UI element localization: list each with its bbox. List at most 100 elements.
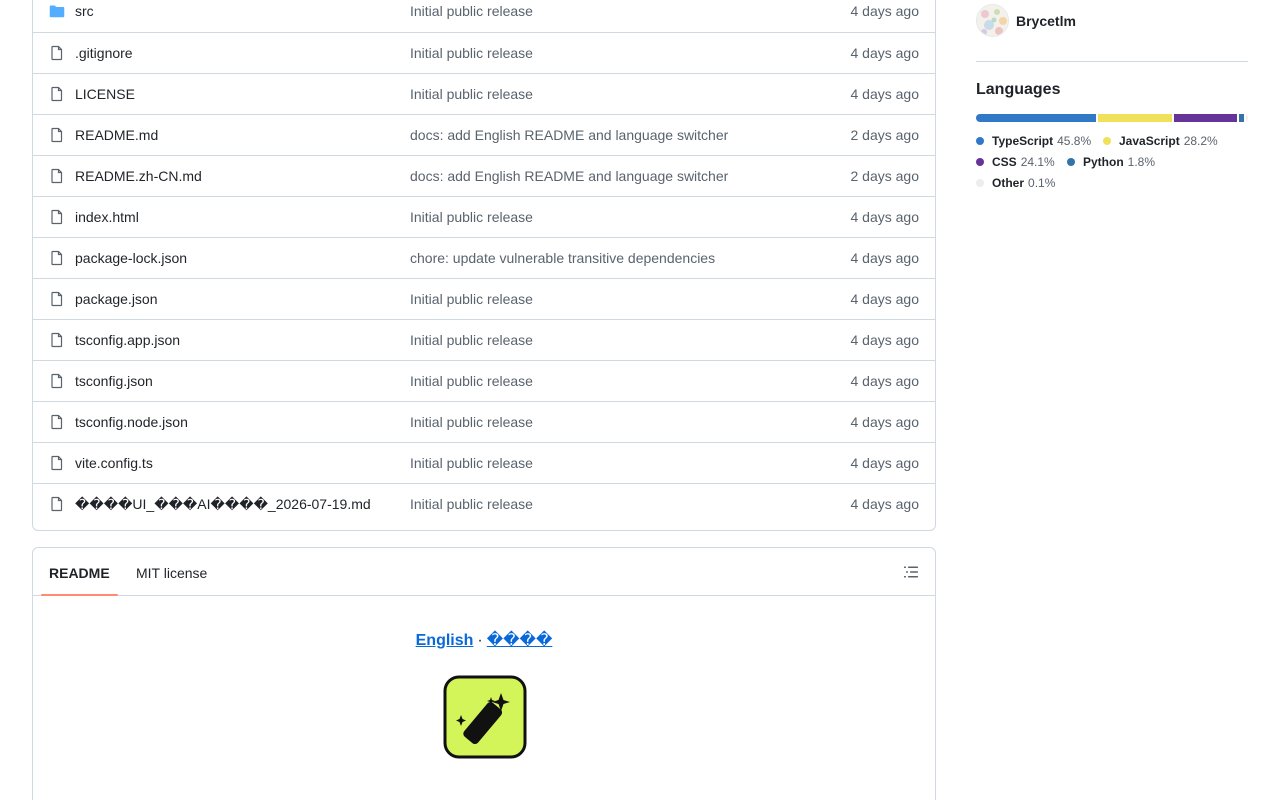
file-name-link[interactable]: tsconfig.app.json bbox=[75, 332, 180, 348]
table-row[interactable]: README.md docs: add English README and la… bbox=[33, 114, 935, 155]
chinese-link[interactable]: ���� bbox=[487, 632, 553, 649]
separator: · bbox=[477, 632, 483, 649]
language-item[interactable]: Python 1.8% bbox=[1067, 155, 1155, 169]
language-name: JavaScript bbox=[1119, 134, 1180, 148]
avatar[interactable] bbox=[976, 4, 1009, 37]
commit-date: 4 days ago bbox=[850, 291, 920, 307]
file-icon bbox=[49, 496, 65, 512]
table-row[interactable]: tsconfig.app.json Initial public release 4… bbox=[33, 319, 935, 360]
commit-date: 4 days ago bbox=[850, 250, 920, 266]
file-name-link[interactable]: .gitignore bbox=[75, 45, 133, 61]
file-name-link[interactable]: ����UI_���AI����_2026-07-19.md bbox=[75, 496, 371, 513]
commit-date: 2 days ago bbox=[850, 127, 920, 143]
file-name-link[interactable]: tsconfig.node.json bbox=[75, 414, 188, 430]
table-row[interactable]: tsconfig.json Initial public release 4 day… bbox=[33, 360, 935, 401]
language-color-dot bbox=[1067, 158, 1075, 166]
file-name-link[interactable]: README.zh-CN.md bbox=[75, 168, 202, 184]
file-icon bbox=[49, 45, 65, 61]
language-item[interactable]: Other 0.1% bbox=[976, 176, 1055, 190]
commit-date: 4 days ago bbox=[850, 332, 920, 348]
file-icon bbox=[49, 373, 65, 389]
commit-date: 4 days ago bbox=[850, 414, 920, 430]
table-row[interactable]: package-lock.json chore: update vulnerabl… bbox=[33, 237, 935, 278]
english-link[interactable]: English bbox=[416, 632, 474, 649]
tab-readme[interactable]: README bbox=[49, 565, 110, 581]
file-list-table: src Initial public release 4 days ago .giti… bbox=[32, 0, 936, 531]
tab-mit-license[interactable]: MIT license bbox=[136, 565, 207, 581]
commit-date: 4 days ago bbox=[850, 209, 920, 225]
file-icon bbox=[49, 168, 65, 184]
language-name: TypeScript bbox=[992, 134, 1054, 148]
table-row[interactable]: tsconfig.node.json Initial public release… bbox=[33, 401, 935, 442]
table-row[interactable]: vite.config.ts Initial public release 4 da… bbox=[33, 442, 935, 483]
language-percent: 24.1% bbox=[1020, 155, 1055, 169]
commit-message-link[interactable]: Initial public release bbox=[410, 455, 533, 471]
file-name-link[interactable]: package-lock.json bbox=[75, 250, 187, 266]
language-percent: 0.1% bbox=[1028, 176, 1056, 190]
file-name-link[interactable]: tsconfig.json bbox=[75, 373, 153, 389]
table-row[interactable]: package.json Initial public release 4 days… bbox=[33, 278, 935, 319]
commit-message-link[interactable]: Initial public release bbox=[410, 373, 533, 389]
file-name-link[interactable]: src bbox=[75, 3, 94, 19]
commit-message-link[interactable]: chore: update vulnerable transitive depe… bbox=[410, 250, 715, 266]
commit-message-link[interactable]: Initial public release bbox=[410, 86, 533, 102]
commit-date: 4 days ago bbox=[850, 373, 920, 389]
language-name: Other bbox=[992, 176, 1025, 190]
divider bbox=[976, 61, 1248, 62]
commit-message-link[interactable]: Initial public release bbox=[410, 414, 533, 430]
commit-message-link[interactable]: Initial public release bbox=[410, 45, 533, 61]
commit-message-link[interactable]: docs: add English README and language sw… bbox=[410, 168, 728, 184]
file-name-link[interactable]: README.md bbox=[75, 127, 158, 143]
commit-message-link[interactable]: docs: add English README and language sw… bbox=[410, 127, 728, 143]
file-icon bbox=[49, 291, 65, 307]
commit-message-link[interactable]: Initial public release bbox=[410, 291, 533, 307]
language-percent: 28.2% bbox=[1183, 134, 1218, 148]
language-name: Python bbox=[1083, 155, 1124, 169]
magic-wand-app-logo bbox=[443, 675, 527, 759]
commit-date: 4 days ago bbox=[850, 496, 920, 512]
language-name: CSS bbox=[992, 155, 1017, 169]
language-item[interactable]: TypeScript 45.8% bbox=[976, 134, 1091, 148]
commit-date: 4 days ago bbox=[850, 86, 920, 102]
commit-message-link[interactable]: Initial public release bbox=[410, 209, 533, 225]
file-icon bbox=[49, 414, 65, 430]
table-row[interactable]: src Initial public release 4 days ago bbox=[33, 0, 935, 32]
table-row[interactable]: ����UI_���AI����_2026-07-19.md Initial pu… bbox=[33, 483, 935, 524]
table-row[interactable]: LICENSE Initial public release 4 days ago bbox=[33, 73, 935, 114]
language-bar-segment bbox=[1239, 114, 1244, 122]
file-icon bbox=[49, 455, 65, 471]
language-color-dot bbox=[1103, 137, 1111, 145]
commit-message-link[interactable]: Initial public release bbox=[410, 496, 533, 512]
file-icon bbox=[49, 332, 65, 348]
file-name-link[interactable]: package.json bbox=[75, 291, 158, 307]
file-name-link[interactable]: index.html bbox=[75, 209, 139, 225]
table-row[interactable]: index.html Initial public release 4 days a… bbox=[33, 196, 935, 237]
file-name-link[interactable]: LICENSE bbox=[75, 86, 135, 102]
language-bar-segment bbox=[1174, 114, 1238, 122]
languages-bar bbox=[976, 114, 1248, 122]
language-color-dot bbox=[976, 158, 984, 166]
commit-date: 2 days ago bbox=[850, 168, 920, 184]
commit-message-link[interactable]: Initial public release bbox=[410, 3, 533, 19]
readme-language-switcher: English · ���� bbox=[33, 630, 935, 650]
language-color-dot bbox=[976, 179, 984, 187]
language-item[interactable]: CSS 24.1% bbox=[976, 155, 1055, 169]
list-outline-icon[interactable] bbox=[903, 564, 919, 580]
commit-message-link[interactable]: Initial public release bbox=[410, 332, 533, 348]
file-icon bbox=[49, 209, 65, 225]
readme-panel: README MIT license English · ���� bbox=[32, 547, 936, 800]
table-row[interactable]: README.zh-CN.md docs: add English README … bbox=[33, 155, 935, 196]
readme-tab-bar: README MIT license bbox=[33, 548, 935, 596]
language-percent: 45.8% bbox=[1057, 134, 1092, 148]
language-item[interactable]: JavaScript 28.2% bbox=[1103, 134, 1218, 148]
language-bar-segment bbox=[1098, 114, 1173, 122]
file-name-link[interactable]: vite.config.ts bbox=[75, 455, 153, 471]
folder-icon bbox=[49, 3, 65, 19]
table-row[interactable]: .gitignore Initial public release 4 days a… bbox=[33, 32, 935, 73]
file-icon bbox=[49, 127, 65, 143]
commit-date: 4 days ago bbox=[850, 3, 920, 19]
file-icon bbox=[49, 250, 65, 266]
contributor-name[interactable]: Brycetlm bbox=[1016, 13, 1076, 29]
active-tab-indicator bbox=[41, 594, 118, 596]
language-percent: 1.8% bbox=[1127, 155, 1156, 169]
